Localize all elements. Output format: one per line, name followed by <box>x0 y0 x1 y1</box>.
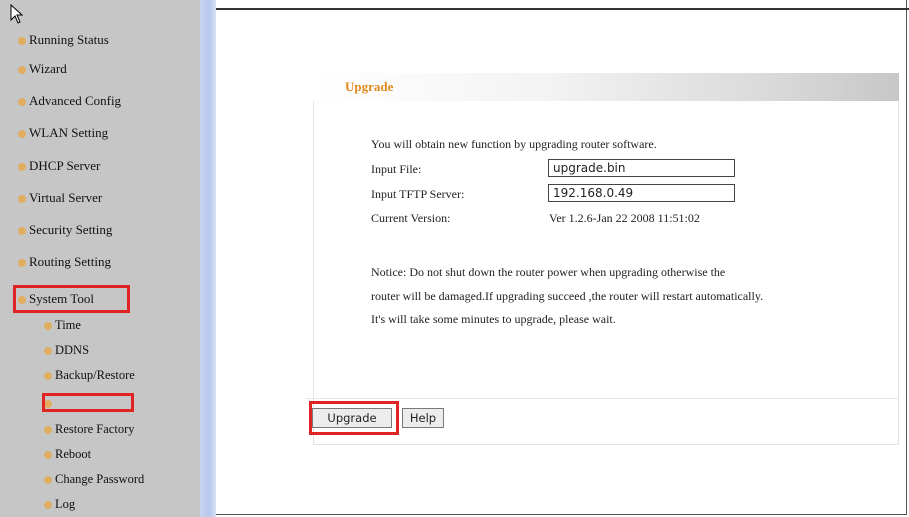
sidebar-scrollbar[interactable] <box>200 0 216 517</box>
sidebar-item-advanced-config[interactable]: Advanced Config <box>18 90 121 112</box>
sidebar-item-wlan-setting[interactable]: WLAN Setting <box>18 122 108 144</box>
bullet-icon <box>18 195 26 204</box>
bullet-icon <box>18 66 26 75</box>
sidebar-item-wizard[interactable]: Wizard <box>18 58 67 80</box>
bullet-icon <box>18 98 26 107</box>
bullet-icon <box>18 37 26 46</box>
panel-title: Upgrade <box>345 79 394 94</box>
sidebar-subitem-label: Time <box>55 318 81 332</box>
sidebar-item-label: Routing Setting <box>29 254 111 269</box>
sidebar-subitem-label: Change Password <box>55 472 145 486</box>
bullet-icon <box>44 347 52 356</box>
sidebar-item-virtual-server[interactable]: Virtual Server <box>18 187 102 209</box>
bullet-icon <box>18 163 26 172</box>
sidebar-item-dhcp-server[interactable]: DHCP Server <box>18 155 100 177</box>
top-divider <box>216 8 909 10</box>
sidebar-item-label: Wizard <box>29 61 67 76</box>
bullet-icon <box>18 227 26 236</box>
sidebar-item-routing-setting[interactable]: Routing Setting <box>18 251 111 273</box>
sidebar-item-label: DHCP Server <box>29 158 101 173</box>
tftp-server-field[interactable]: 192.168.0.49 <box>548 184 735 202</box>
input-file-field[interactable]: upgrade.bin <box>548 159 735 177</box>
bullet-icon <box>44 372 52 381</box>
sidebar-subitem-ddns[interactable]: DDNS <box>44 339 89 361</box>
sidebar-subitem-label: Backup/Restore <box>55 368 135 382</box>
bullet-icon <box>44 451 52 460</box>
sidebar-item-label: WLAN Setting <box>29 125 109 140</box>
mouse-cursor-icon <box>10 4 24 24</box>
tftp-server-label: Input TFTP Server: <box>371 187 465 201</box>
intro-text: You will obtain new function by upgradin… <box>371 137 657 151</box>
sidebar-item-label: Virtual Server <box>29 190 103 205</box>
bullet-icon <box>44 476 52 485</box>
sidebar-subitem-log[interactable]: Log <box>44 493 75 515</box>
sidebar-subitem-change-password[interactable]: Change Password <box>44 468 144 490</box>
bullet-icon <box>44 501 52 510</box>
notice-line-2: router will be damaged.If upgrading succ… <box>371 289 764 303</box>
sidebar-subitem-time[interactable]: Time <box>44 314 81 336</box>
sidebar-subitem-label: DDNS <box>55 343 90 357</box>
button-row-divider <box>306 398 899 399</box>
upgrade-button-highlight <box>309 401 399 435</box>
sidebar-subitem-label: Restore Factory <box>55 422 135 436</box>
current-version-label: Current Version: <box>371 211 451 225</box>
upgrade-menu-highlight <box>42 393 134 412</box>
sidebar-subitem-label: Reboot <box>55 447 92 461</box>
sidebar-subitem-restore-factory[interactable]: Restore Factory <box>44 418 135 440</box>
sidebar-item-security-setting[interactable]: Security Setting <box>18 219 112 241</box>
sidebar-subitem-label: Log <box>55 497 76 511</box>
sidebar-item-running-status[interactable]: Running Status <box>18 29 109 51</box>
notice-line-3: It's will take some minutes to upgrade, … <box>371 312 616 326</box>
bullet-icon <box>44 426 52 435</box>
system-tool-highlight <box>13 285 130 313</box>
bullet-icon <box>18 259 26 268</box>
sidebar: Running Status Wizard Advanced Config WL… <box>0 0 200 517</box>
sidebar-subitem-backup-restore[interactable]: Backup/Restore <box>44 364 135 386</box>
bullet-icon <box>18 130 26 139</box>
panel-header <box>313 73 899 101</box>
sidebar-item-label: Security Setting <box>29 222 113 237</box>
current-version-value: Ver 1.2.6-Jan 22 2008 11:51:02 <box>549 211 700 225</box>
sidebar-item-label: Advanced Config <box>29 93 122 108</box>
input-file-label: Input File: <box>371 162 422 176</box>
notice-line-1: Notice: Do not shut down the router powe… <box>371 265 726 279</box>
sidebar-item-label: Running Status <box>29 32 109 47</box>
bullet-icon <box>44 322 52 331</box>
help-button[interactable]: Help <box>402 408 444 428</box>
sidebar-subitem-reboot[interactable]: Reboot <box>44 443 91 465</box>
